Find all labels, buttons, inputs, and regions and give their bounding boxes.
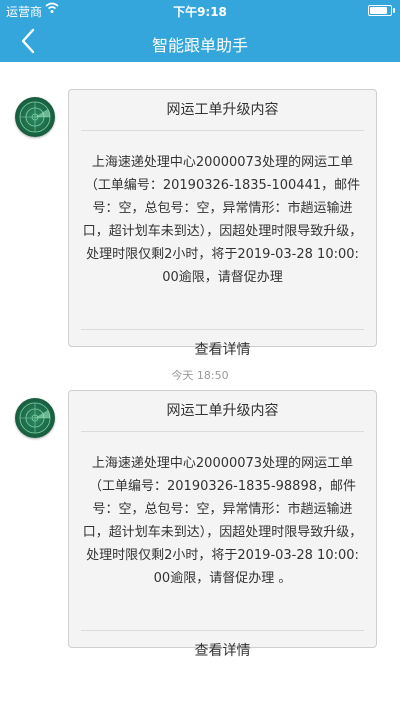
battery-level <box>370 7 388 14</box>
message-timestamp: 今天 18:50 <box>171 369 229 382</box>
radar-avatar-icon <box>15 398 55 438</box>
status-time: 下午9:18 <box>173 5 227 19</box>
card-header: 网运工单升级内容 <box>81 90 364 131</box>
card-body: 上海速递处理中心20000073处理的网运工单（工单编号：20190326-18… <box>82 155 363 285</box>
view-details-button[interactable]: 查看详情 <box>69 330 376 370</box>
message-card: 网运工单升级内容 上海速递处理中心20000073处理的网运工单（工单编号：20… <box>68 89 377 358</box>
battery-icon <box>368 5 395 16</box>
status-bar: 运营商 下午9:18 <box>0 0 400 20</box>
view-details-button[interactable]: 查看详情 <box>69 631 376 671</box>
card-header: 网运工单升级内容 <box>81 391 364 432</box>
page-title: 智能跟单助手 <box>151 36 248 55</box>
radar-avatar-icon <box>15 97 55 137</box>
nav-bar: 智能跟单助手 <box>0 20 400 62</box>
card-body: 上海速递处理中心20000073处理的网运工单（工单编号：20190326-18… <box>82 456 363 586</box>
message-card: 网运工单升级内容 上海速递处理中心20000073处理的网运工单（工单编号：20… <box>68 390 377 659</box>
